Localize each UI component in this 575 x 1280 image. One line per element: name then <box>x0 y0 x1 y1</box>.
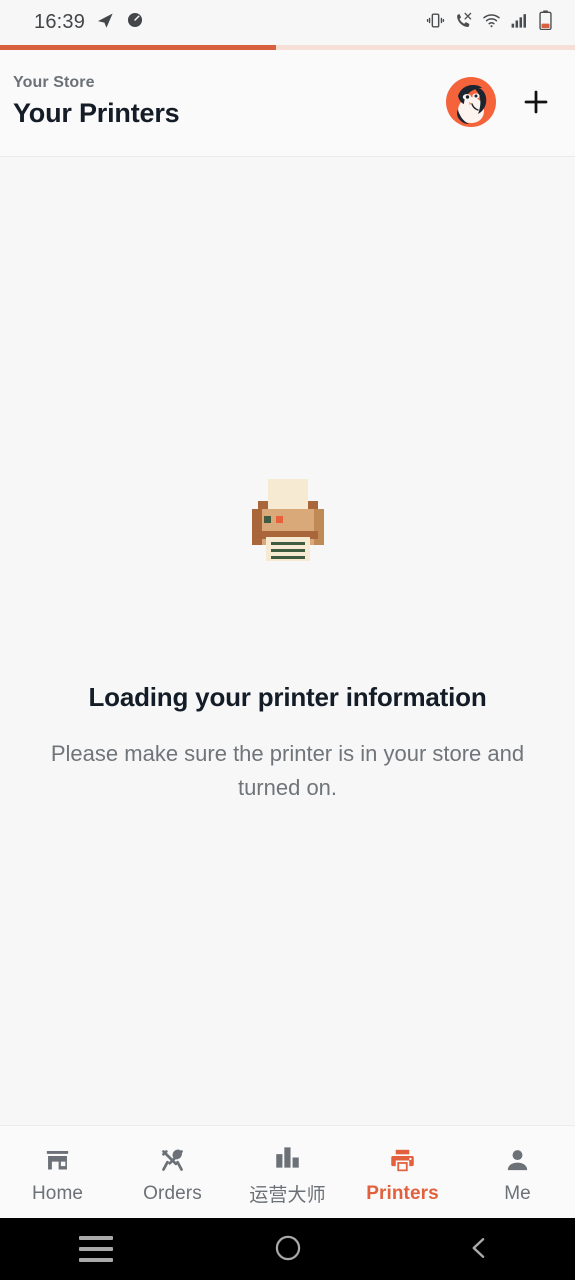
recents-button[interactable] <box>0 1218 192 1280</box>
missed-call-icon <box>454 11 473 35</box>
cutlery-icon <box>159 1144 186 1174</box>
empty-state-content: Loading your printer information Please … <box>0 157 575 1125</box>
home-button[interactable] <box>192 1218 384 1280</box>
empty-state-subtitle: Please make sure the printer is in your … <box>50 741 525 801</box>
tab-printers-label: Printers <box>366 1182 439 1204</box>
speedometer-icon <box>126 11 144 34</box>
tab-printers[interactable]: Printers <box>345 1126 460 1218</box>
bar-chart-icon <box>274 1141 301 1171</box>
app-bar-titles: Your Store Your Printers <box>13 74 445 133</box>
chevron-left-icon <box>465 1234 493 1265</box>
status-bar-left: 16:39 <box>34 11 144 35</box>
tab-me[interactable]: Me <box>460 1126 575 1218</box>
avatar[interactable] <box>445 76 497 128</box>
add-printer-button[interactable] <box>515 81 557 123</box>
tab-me-label: Me <box>504 1182 531 1204</box>
page-title: Your Printers <box>13 97 180 128</box>
android-nav-bar <box>0 1218 575 1280</box>
tab-orders[interactable]: Orders <box>115 1126 230 1218</box>
bottom-tab-bar: Home Orders 运营大师 Printers Me <box>0 1125 575 1218</box>
printer-icon <box>389 1144 416 1174</box>
battery-low-icon <box>538 10 553 35</box>
back-button[interactable] <box>383 1218 575 1280</box>
vibrate-icon <box>426 11 445 35</box>
loading-progress-bar <box>0 45 575 50</box>
loading-progress-fill <box>0 45 276 50</box>
printer-emoji-illustration <box>240 471 336 567</box>
tab-analytics[interactable]: 运营大师 <box>230 1126 345 1218</box>
tab-analytics-label: 运营大师 <box>249 1185 326 1206</box>
status-bar-clock: 16:39 <box>34 11 86 33</box>
status-bar: 16:39 <box>0 0 575 45</box>
empty-state-title: Loading your printer information <box>88 682 487 712</box>
tab-orders-label: Orders <box>143 1182 202 1204</box>
cell-signal-icon <box>510 11 529 35</box>
tab-home-label: Home <box>31 1182 84 1204</box>
telegram-plane-icon <box>96 11 115 35</box>
tab-home[interactable]: Home <box>0 1126 115 1218</box>
app-bar: Your Store Your Printers <box>0 50 575 157</box>
status-bar-right <box>426 10 553 35</box>
store-label: Your Store <box>13 73 95 91</box>
phone-screen: 16:39 Your Store Your Printers Loading y… <box>0 0 575 1280</box>
person-icon <box>504 1144 531 1174</box>
hamburger-icon <box>78 1236 113 1262</box>
wifi-icon <box>482 11 501 35</box>
plus-icon <box>524 90 548 114</box>
circle-icon <box>274 1234 302 1265</box>
storefront-icon <box>44 1144 71 1174</box>
app-bar-actions <box>445 76 557 130</box>
